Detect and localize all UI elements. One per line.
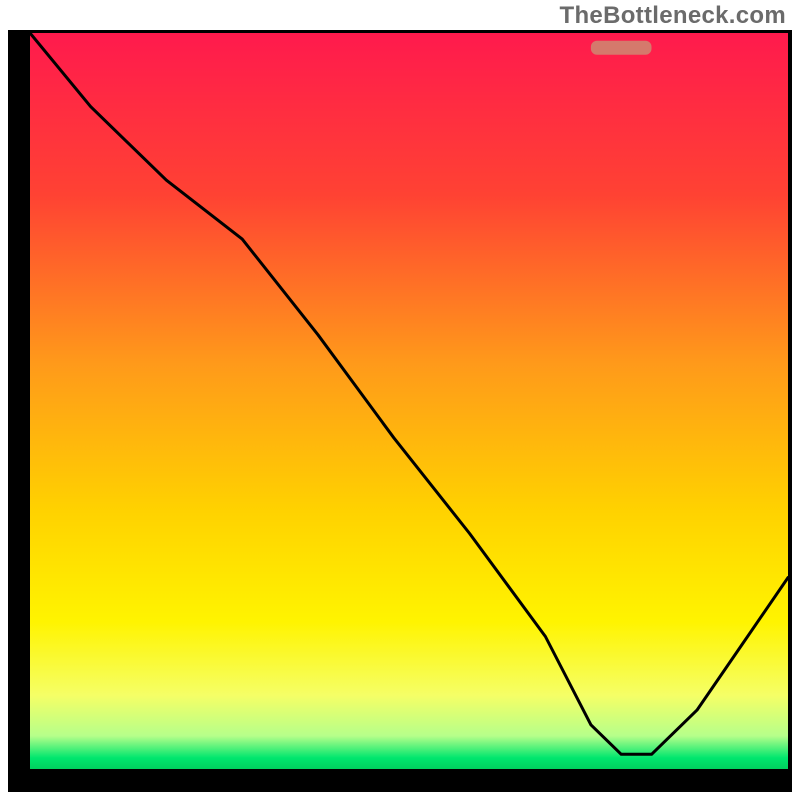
plot-border xyxy=(8,30,792,792)
optimum-marker xyxy=(591,41,652,55)
chart-frame: TheBottleneck.com xyxy=(0,0,800,800)
watermark-text: TheBottleneck.com xyxy=(560,2,786,30)
chart-svg xyxy=(30,33,788,769)
plot-area xyxy=(30,33,788,769)
gradient-rect xyxy=(30,33,788,769)
